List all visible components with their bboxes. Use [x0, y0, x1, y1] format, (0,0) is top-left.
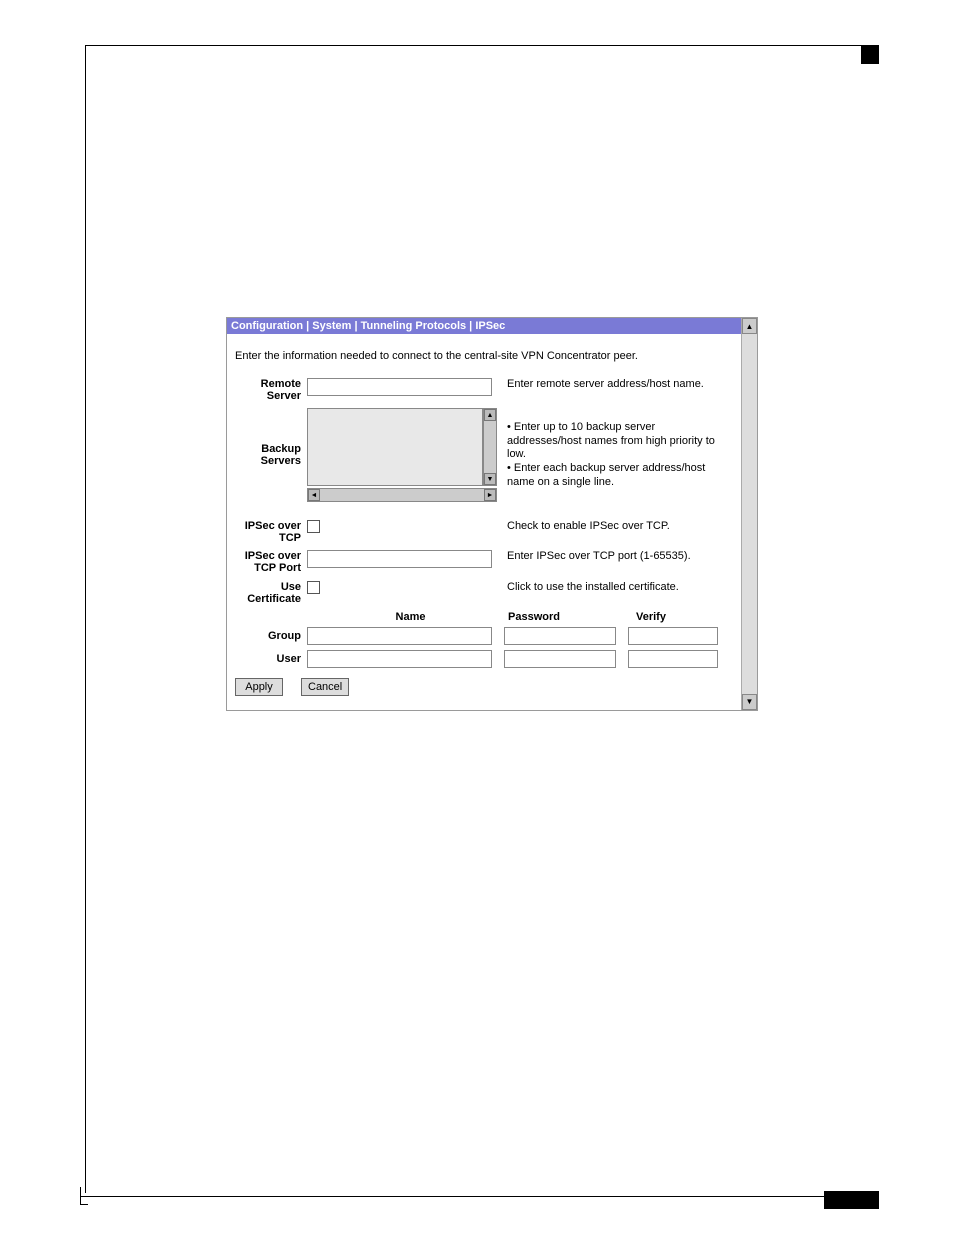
ipsec-tcp-port-help: Enter IPSec over TCP port (1-65535).	[497, 550, 731, 564]
name-header: Name	[313, 611, 508, 623]
backup-help-line2: Enter each backup server address/host na…	[507, 462, 731, 490]
group-row: Group	[235, 627, 731, 645]
chevron-right-icon[interactable]: ►	[484, 489, 496, 501]
cancel-button[interactable]: Cancel	[301, 678, 349, 696]
credentials-header: Name Password Verify	[235, 611, 731, 623]
remote-server-input[interactable]	[307, 378, 492, 396]
backup-help-line1: Enter up to 10 backup server addresses/h…	[507, 421, 731, 462]
scroll-down-icon[interactable]: ▼	[742, 694, 757, 710]
button-row: Apply Cancel	[235, 678, 731, 696]
ipsec-tcp-port-input[interactable]	[307, 550, 492, 568]
ipsec-tcp-help: Check to enable IPSec over TCP.	[497, 520, 731, 534]
password-header: Password	[508, 611, 636, 623]
chevron-left-icon[interactable]: ◄	[308, 489, 320, 501]
user-password-input[interactable]	[504, 650, 616, 668]
group-verify-input[interactable]	[628, 627, 718, 645]
page-bottom-frame	[80, 1196, 879, 1197]
chevron-up-icon[interactable]: ▲	[484, 409, 496, 421]
user-verify-input[interactable]	[628, 650, 718, 668]
ipsec-tcp-label: IPSec over TCP	[235, 520, 307, 544]
intro-text: Enter the information needed to connect …	[235, 350, 731, 362]
page-corner-tick	[80, 1187, 88, 1205]
user-row: User	[235, 650, 731, 668]
backup-servers-textarea[interactable]	[307, 408, 483, 486]
user-label: User	[235, 653, 307, 665]
apply-button[interactable]: Apply	[235, 678, 283, 696]
backup-servers-label: Backup Servers	[235, 443, 307, 467]
remote-server-label: Remote Server	[235, 378, 307, 402]
panel-content: Enter the information needed to connect …	[227, 334, 741, 710]
use-cert-label: Use Certificate	[235, 581, 307, 605]
group-label: Group	[235, 630, 307, 642]
use-cert-checkbox[interactable]	[307, 581, 320, 594]
textarea-vscrollbar[interactable]: ▲ ▼	[483, 408, 497, 486]
group-password-input[interactable]	[504, 627, 616, 645]
remote-server-help: Enter remote server address/host name.	[497, 378, 731, 392]
verify-header: Verify	[636, 611, 726, 623]
backup-servers-help: Enter up to 10 backup server addresses/h…	[497, 421, 731, 490]
ipsec-tcp-port-label: IPSec over TCP Port	[235, 550, 307, 574]
ipsec-tcp-checkbox[interactable]	[307, 520, 320, 533]
breadcrumb: Configuration | System | Tunneling Proto…	[227, 318, 741, 334]
chevron-down-icon[interactable]: ▼	[484, 473, 496, 485]
user-name-input[interactable]	[307, 650, 492, 668]
textarea-hscrollbar[interactable]: ◄ ►	[307, 488, 497, 502]
use-cert-help: Click to use the installed certificate.	[497, 581, 731, 595]
group-name-input[interactable]	[307, 627, 492, 645]
panel-scrollbar[interactable]: ▲ ▼	[741, 318, 757, 710]
ipsec-config-panel: ▲ ▼ Configuration | System | Tunneling P…	[226, 317, 758, 711]
scroll-up-icon[interactable]: ▲	[742, 318, 757, 334]
